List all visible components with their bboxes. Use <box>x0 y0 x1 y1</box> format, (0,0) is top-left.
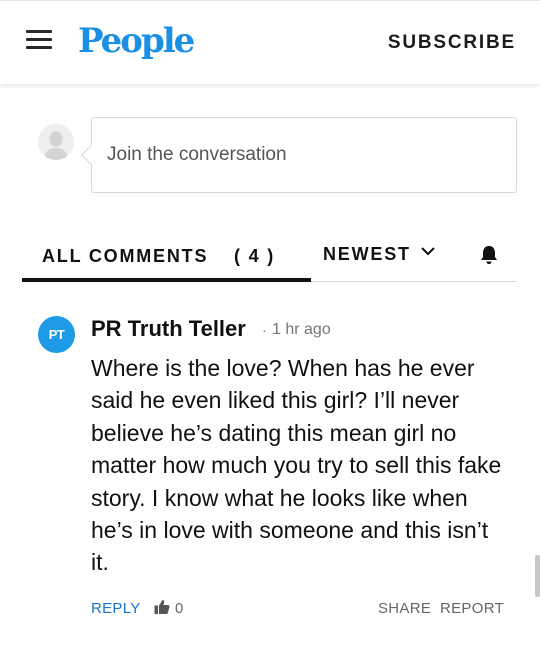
site-header: People SUBSCRIBE <box>0 0 540 84</box>
user-silhouette-icon <box>38 124 74 160</box>
thumbs-up-icon[interactable] <box>154 599 170 615</box>
comments-tab-bar: ALL COMMENTS ( 4 ) NEWEST <box>22 228 517 282</box>
tab-all-comments-label: ALL COMMENTS <box>42 246 209 266</box>
comment-timestamp: 1 hr ago <box>272 321 331 338</box>
chevron-down-icon[interactable] <box>421 244 435 258</box>
tab-all-comments[interactable]: ALL COMMENTS ( 4 ) <box>22 228 311 282</box>
sort-dropdown[interactable]: NEWEST <box>323 244 411 265</box>
composer-placeholder: Join the conversation <box>107 144 287 165</box>
avatar[interactable]: PT <box>38 316 75 353</box>
comment-count: ( 4 ) <box>234 246 276 266</box>
share-button[interactable]: SHARE <box>378 600 431 617</box>
comment-body: Where is the love? When has he ever said… <box>91 355 502 576</box>
meta-separator: · <box>262 322 267 338</box>
hamburger-menu-icon[interactable] <box>26 30 52 52</box>
like-count: 0 <box>175 600 184 617</box>
report-button[interactable]: REPORT <box>440 600 504 617</box>
join-conversation-input[interactable]: Join the conversation <box>91 117 517 193</box>
subscribe-button[interactable]: SUBSCRIBE <box>388 32 516 54</box>
reply-button[interactable]: REPLY <box>91 600 141 617</box>
comment-author[interactable]: PR Truth Teller <box>91 316 246 342</box>
bell-icon[interactable] <box>480 245 498 265</box>
people-logo[interactable]: People <box>78 21 195 61</box>
scrollbar-thumb[interactable] <box>535 555 540 597</box>
